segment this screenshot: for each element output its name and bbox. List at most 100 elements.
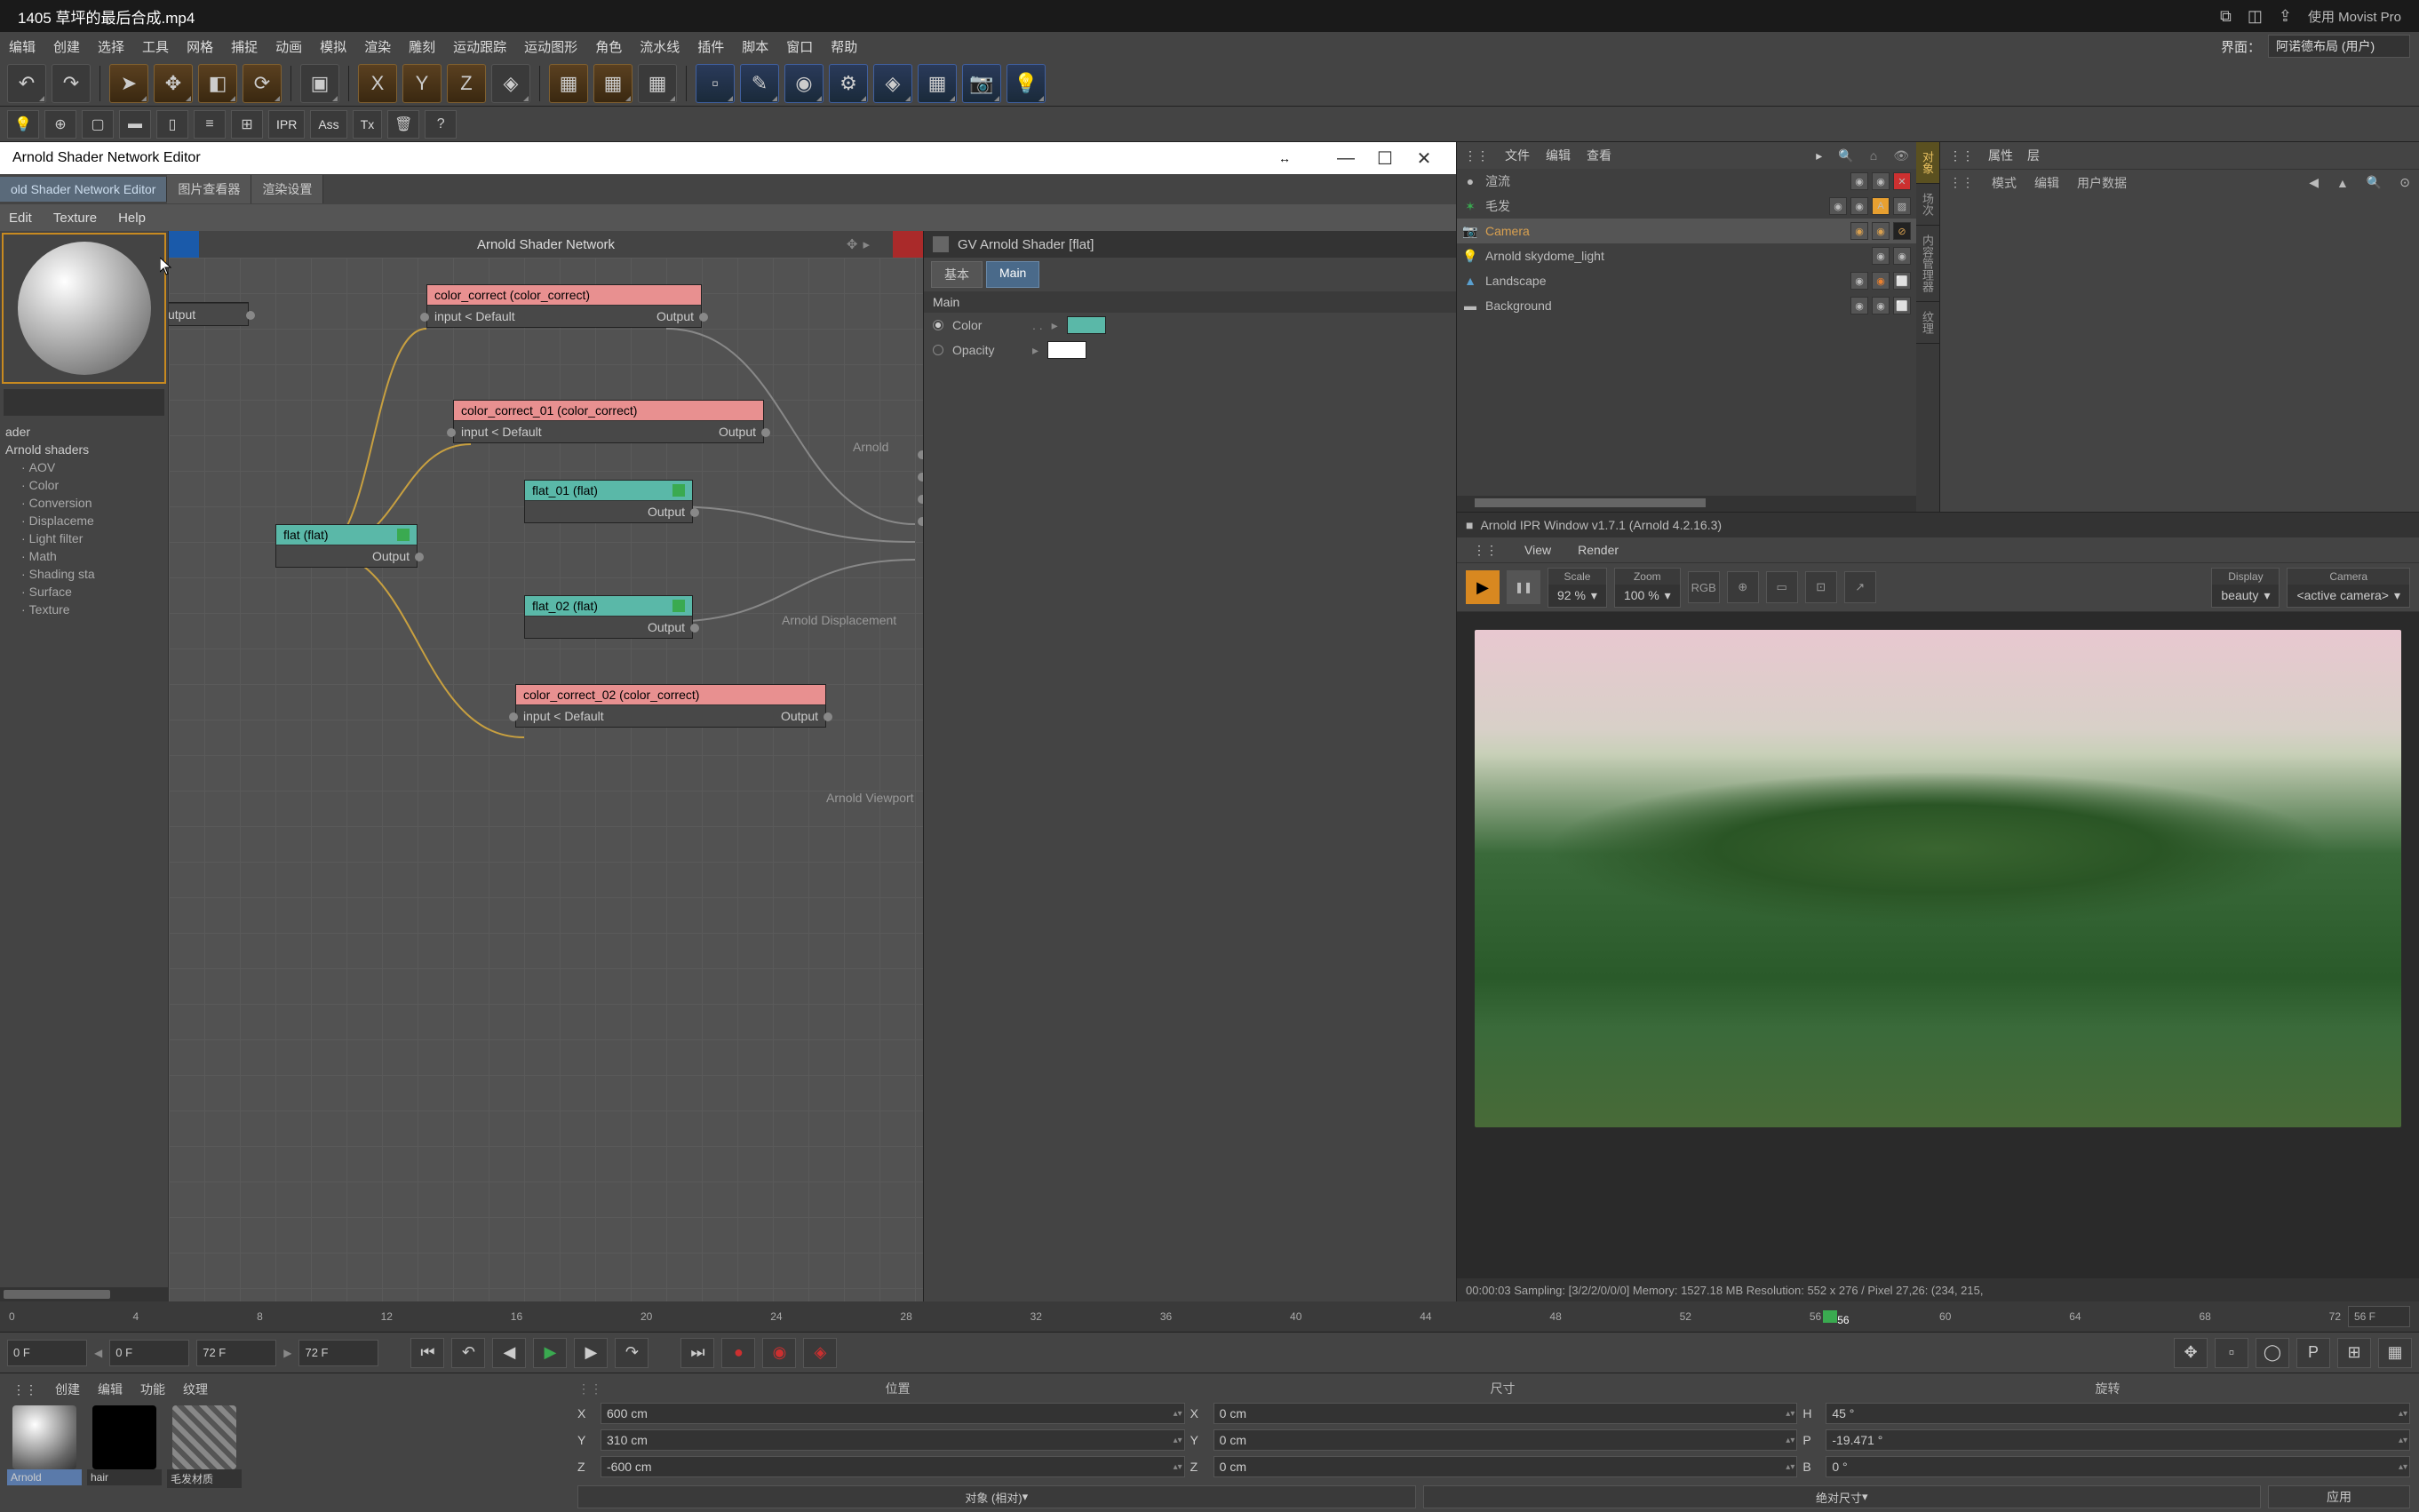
shader-window-titlebar[interactable]: Arnold Shader Network Editor ↔ — ☐ ✕ — [0, 142, 1456, 174]
light-button[interactable]: 💡 — [1007, 64, 1046, 103]
shader-search[interactable] — [4, 389, 164, 416]
ipr-button[interactable]: IPR — [268, 110, 305, 139]
shader-tree[interactable]: ader Arnold shaders AOV Color Conversion… — [0, 419, 168, 1284]
attr-tab-layers[interactable]: 层 — [2027, 147, 2040, 164]
node-graph[interactable]: utput color_correct (color_correct) inpu… — [169, 258, 923, 1301]
shader-menu-texture[interactable]: Texture — [53, 211, 97, 226]
tree-item[interactable]: Conversion — [5, 494, 163, 512]
side-tab-texture[interactable]: 纹理 — [1916, 302, 1939, 344]
object-row[interactable]: ▲Landscape◉◉⬜ — [1457, 268, 1916, 293]
tree-item[interactable]: Shading sta — [5, 565, 163, 583]
move-tool[interactable]: ✥ — [154, 64, 193, 103]
display-dropdown[interactable]: beauty▾ — [2212, 585, 2279, 607]
goto-end-button[interactable]: ⏭ — [680, 1338, 714, 1368]
p-button[interactable]: P — [2296, 1338, 2330, 1368]
size-x[interactable]: 0 cm▴▾ — [1213, 1403, 1798, 1424]
primitive-button[interactable]: ▫ — [696, 64, 735, 103]
tree-item[interactable]: AOV — [5, 458, 163, 476]
grip-icon[interactable]: ⋮⋮ — [1473, 543, 1498, 558]
shader-menu-help[interactable]: Help — [118, 211, 146, 226]
record-button[interactable]: ● — [721, 1338, 755, 1368]
environment-button[interactable]: ▦ — [918, 64, 957, 103]
ipr-play-button[interactable]: ▶ — [1466, 570, 1500, 604]
redo-button[interactable]: ↷ — [52, 64, 91, 103]
menu-item[interactable]: 选择 — [98, 37, 124, 56]
tab-picture-viewer[interactable]: 图片查看器 — [167, 175, 251, 203]
region-button[interactable]: ⊡ — [1805, 571, 1837, 603]
tree-item[interactable]: Surface — [5, 583, 163, 601]
loop-button[interactable]: ◯ — [2256, 1338, 2289, 1368]
attr-edit[interactable]: 编辑 — [2034, 174, 2059, 192]
timeline[interactable]: 0 4 8 12 16 20 24 28 32 36 40 44 48 52 5… — [0, 1301, 2419, 1332]
maximize-button[interactable]: ☐ — [1365, 147, 1404, 170]
menu-item[interactable]: 运动图形 — [524, 37, 577, 56]
material-item[interactable]: hair — [87, 1405, 162, 1488]
layout-dropdown[interactable]: 阿诺德布局 (用户) — [2268, 35, 2410, 58]
select-tool[interactable]: ➤ — [109, 64, 148, 103]
side-tab-content[interactable]: 内容管理器 — [1916, 226, 1939, 302]
object-list[interactable]: ●渲流◉◉✕ ✶毛发◉◉A▨ 📷Camera◉◉⊘ 💡Arnold skydom… — [1457, 169, 1916, 512]
minimize-button[interactable]: — — [1326, 148, 1365, 169]
zoom-value[interactable]: 100 %▾ — [1615, 585, 1680, 607]
end-frame[interactable]: 72 F — [298, 1340, 378, 1366]
layout-button[interactable]: ▦ — [2378, 1338, 2412, 1368]
menu-item[interactable]: 窗口 — [786, 37, 813, 56]
ipr-pause-button[interactable]: ❚❚ — [1507, 570, 1540, 604]
material-item[interactable]: 毛发材质 — [167, 1405, 242, 1488]
new-window-icon[interactable]: ◫ — [2248, 7, 2263, 26]
snap-button[interactable]: ✥ — [2174, 1338, 2208, 1368]
scale-tool[interactable]: ◧ — [198, 64, 237, 103]
mat-menu-texture[interactable]: 纹理 — [183, 1381, 208, 1398]
mat-menu-function[interactable]: 功能 — [140, 1381, 165, 1398]
obj-menu-edit[interactable]: 编辑 — [1546, 147, 1571, 164]
nav-back-icon[interactable]: ◀ — [2309, 175, 2319, 190]
menu-item[interactable]: 插件 — [697, 37, 724, 56]
menu-item[interactable]: 雕刻 — [409, 37, 435, 56]
object-row[interactable]: ▬Background◉◉⬜ — [1457, 293, 1916, 318]
tree-scrollbar[interactable] — [0, 1287, 168, 1301]
grip-icon[interactable]: ⋮⋮ — [1949, 148, 1974, 163]
pip-icon[interactable]: ⧉ — [2220, 7, 2232, 26]
pos-x[interactable]: 600 cm▴▾ — [601, 1403, 1185, 1424]
eye-icon[interactable]: 👁 — [1893, 148, 1909, 163]
menu-item[interactable]: 编辑 — [9, 37, 36, 56]
attr-userdata[interactable]: 用户数据 — [2077, 174, 2127, 192]
light-icon[interactable]: 💡 — [7, 110, 39, 139]
menu-item[interactable]: 工具 — [142, 37, 169, 56]
grip-icon[interactable]: ⋮⋮ — [577, 1381, 595, 1397]
timeline-marker[interactable]: 56 — [1823, 1310, 1837, 1323]
shader-menu-edit[interactable]: Edit — [9, 211, 32, 226]
node-color-correct[interactable]: color_correct (color_correct) input < De… — [426, 284, 702, 328]
menu-item[interactable]: 帮助 — [831, 37, 857, 56]
radio-color[interactable] — [933, 320, 943, 330]
node-flat-02[interactable]: flat_02 (flat) Output — [524, 595, 693, 639]
current-frame[interactable]: 56 F — [2348, 1306, 2410, 1327]
globe-icon[interactable]: ⊕ — [44, 110, 76, 139]
next-frame-button[interactable]: ▶ — [574, 1338, 608, 1368]
resize-icon[interactable]: ↔ — [1278, 151, 1291, 165]
autokey-button[interactable]: ◉ — [762, 1338, 796, 1368]
pen-tool[interactable]: ✎ — [740, 64, 779, 103]
x-axis-button[interactable]: X — [358, 64, 397, 103]
snapshot-button[interactable]: ↗ — [1844, 571, 1876, 603]
menu-item[interactable]: 创建 — [53, 37, 80, 56]
coord-mode-dropdown[interactable]: 对象 (相对) ▾ — [577, 1485, 1416, 1508]
coord-system-button[interactable]: ◈ — [491, 64, 530, 103]
rot-b[interactable]: 0 °▴▾ — [1826, 1456, 2410, 1477]
step-back-button[interactable]: ↶ — [451, 1338, 485, 1368]
grip-icon[interactable]: ⋮⋮ — [1949, 175, 1974, 190]
home-icon[interactable]: ⌂ — [1870, 148, 1877, 163]
ipr-menu-render[interactable]: Render — [1578, 543, 1619, 557]
grid-button[interactable]: ⊞ — [2337, 1338, 2371, 1368]
attr-tab-attributes[interactable]: 属性 — [1988, 147, 2013, 164]
play-button[interactable]: ▶ — [533, 1338, 567, 1368]
tree-item[interactable]: Math — [5, 547, 163, 565]
crop-button[interactable]: ▭ — [1766, 571, 1798, 603]
nav-up-icon[interactable]: ▲ — [2336, 176, 2349, 190]
keyframe-button[interactable]: ◈ — [803, 1338, 837, 1368]
search-icon[interactable]: 🔍 — [1838, 148, 1853, 163]
tx-button[interactable]: Tx — [353, 110, 383, 139]
tree-root[interactable]: Arnold shaders — [5, 441, 163, 458]
menu-item[interactable]: 脚本 — [742, 37, 768, 56]
side-tab-objects[interactable]: 对象 — [1916, 142, 1939, 184]
